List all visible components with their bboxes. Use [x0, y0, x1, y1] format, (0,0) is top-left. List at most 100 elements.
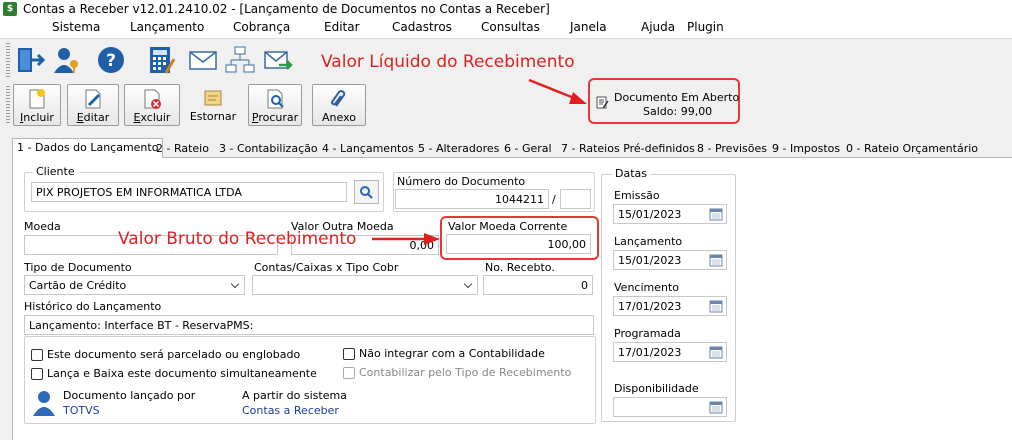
- tab-geral[interactable]: 6 - Geral: [500, 140, 556, 158]
- lancamento-label: Lançamento: [614, 235, 683, 248]
- chk-contabilizar-tipo: Contabilizar pelo Tipo de Recebimento: [343, 366, 571, 379]
- menu-janela[interactable]: Janela: [570, 20, 607, 34]
- emissao-input[interactable]: 15/01/2023: [613, 204, 727, 224]
- calendar-icon[interactable]: [709, 400, 723, 414]
- action-toolbar: Incluir Editar Excluir Estornar Procurar…: [0, 82, 1012, 128]
- tab-rateio-orcamentario[interactable]: 0 - Rateio Orçamentário: [842, 140, 982, 158]
- chk-lanca-baixa-box[interactable]: [31, 367, 43, 380]
- tab-rateios-predefinidos[interactable]: 7 - Rateios Pré-definidos: [557, 140, 699, 158]
- document-status-icon: [596, 96, 609, 112]
- toolbar-grip-2[interactable]: [6, 86, 10, 124]
- send-mail-icon[interactable]: [261, 42, 295, 78]
- mail-icon[interactable]: [186, 42, 220, 78]
- tab-bar: 1 - Dados do Lançamento 2 - Rateio 3 - C…: [12, 138, 1012, 159]
- search-document-icon: [267, 89, 284, 109]
- chk-contabilizar-label: Contabilizar pelo Tipo de Recebimento: [359, 366, 572, 379]
- disponibilidade-input[interactable]: [613, 397, 727, 417]
- new-document-icon: [29, 89, 45, 109]
- emissao-label: Emissão: [614, 189, 660, 202]
- calendar-icon[interactable]: [709, 299, 723, 313]
- title-bar: $ Contas a Receber v12.01.2410.02 - [Lan…: [0, 0, 1012, 18]
- editar-button[interactable]: Editar: [67, 84, 119, 126]
- contas-caixas-select[interactable]: [252, 275, 478, 295]
- calendar-icon[interactable]: [709, 207, 723, 221]
- tab-impostos[interactable]: 9 - Impostos: [768, 140, 844, 158]
- menu-cadastros[interactable]: Cadastros: [392, 20, 452, 34]
- exit-icon[interactable]: [14, 42, 48, 78]
- chk-lanca-baixa[interactable]: Lança e Baixa este documento simultaneam…: [31, 367, 317, 380]
- lancado-por-value: TOTVS: [63, 404, 100, 417]
- annotation-valor-bruto: Valor Bruto do Recebimento: [118, 229, 357, 249]
- menu-lancamento[interactable]: Lançamento: [130, 20, 204, 34]
- tab-alteradores[interactable]: 5 - Alteradores: [414, 140, 503, 158]
- estornar-button[interactable]: Estornar: [185, 84, 241, 126]
- reverse-icon: [204, 90, 222, 106]
- numero-documento-separator: /: [552, 193, 556, 206]
- disponibilidade-label: Disponibilidade: [614, 382, 699, 395]
- editar-label: ditar: [83, 111, 110, 124]
- excluir-label: xcluir: [140, 111, 171, 124]
- procurar-label: rocurar: [258, 111, 299, 124]
- vencimento-label: Vencimento: [614, 281, 680, 294]
- chk-parcelado[interactable]: Este documento será parcelado ou engloba…: [31, 348, 300, 361]
- cliente-input[interactable]: PIX PROJETOS EM INFORMATICA LTDA: [31, 182, 347, 202]
- menu-editar[interactable]: Editar: [324, 20, 360, 34]
- annotation-arrow-liquido: [528, 78, 587, 104]
- numero-documento-input[interactable]: 1044211: [395, 189, 549, 209]
- anexo-button[interactable]: Anexo: [312, 84, 366, 126]
- tipo-documento-label: Tipo de Documento: [24, 261, 132, 274]
- estornar-label: Estornar: [189, 110, 237, 123]
- menu-cobranca[interactable]: Cobrança: [233, 20, 290, 34]
- calendar-icon[interactable]: [709, 345, 723, 359]
- document-status-saldo: Saldo: 99,00: [643, 105, 713, 118]
- vencimento-value: 17/01/2023: [618, 300, 682, 313]
- menu-plugin[interactable]: Plugin: [687, 20, 724, 34]
- users-icon[interactable]: [50, 42, 84, 78]
- help-icon[interactable]: ?: [94, 42, 128, 78]
- window-title: Contas a Receber v12.01.2410.02 - [Lança…: [23, 2, 550, 16]
- no-recebto-input[interactable]: 0: [483, 275, 593, 295]
- cliente-search-button[interactable]: [354, 180, 379, 204]
- sistema-value: Contas a Receber: [242, 404, 339, 417]
- moeda-label: Moeda: [24, 220, 61, 233]
- programada-input[interactable]: 17/01/2023: [613, 342, 727, 362]
- excluir-button[interactable]: Excluir: [124, 84, 180, 126]
- menu-bar: Sistema Lançamento Cobrança Editar Cadas…: [0, 18, 1012, 38]
- tab-lancamentos[interactable]: 4 - Lançamentos: [318, 140, 418, 158]
- chk-lanca-baixa-label: Lança e Baixa este documento simultaneam…: [47, 367, 317, 380]
- tipo-documento-select[interactable]: Cartão de Crédito: [24, 275, 245, 295]
- editar-accel: E: [76, 111, 84, 124]
- lancamento-input[interactable]: 15/01/2023: [613, 250, 727, 270]
- anexo-label: Anexo: [322, 111, 356, 124]
- org-chart-icon[interactable]: [223, 42, 257, 78]
- tab-dados-lancamento[interactable]: 1 - Dados do Lançamento: [12, 138, 164, 159]
- vencimento-input[interactable]: 17/01/2023: [613, 296, 727, 316]
- edit-document-icon: [85, 89, 101, 109]
- incluir-button[interactable]: Incluir: [13, 84, 61, 126]
- chk-parcelado-box[interactable]: [31, 348, 43, 361]
- tab-rateio[interactable]: 2 - Rateio: [152, 140, 213, 158]
- chk-parcelado-label: Este documento será parcelado ou engloba…: [47, 348, 301, 361]
- chk-nao-integrar-box[interactable]: [343, 347, 355, 360]
- menu-ajuda[interactable]: Ajuda: [641, 20, 675, 34]
- calendar-icon[interactable]: [709, 253, 723, 267]
- emissao-value: 15/01/2023: [618, 208, 682, 221]
- app-icon: $: [3, 2, 17, 16]
- tab-previsoes[interactable]: 8 - Previsões: [693, 140, 771, 158]
- procurar-button[interactable]: Procurar: [248, 84, 302, 126]
- toolbar-grip[interactable]: [6, 43, 10, 77]
- chk-nao-integrar-label: Não integrar com a Contabilidade: [359, 347, 545, 360]
- tab-contabilizacao[interactable]: 3 - Contabilização: [215, 140, 322, 158]
- incluir-label: ncluir: [23, 111, 54, 124]
- calculator-icon[interactable]: [144, 42, 178, 78]
- historico-input[interactable]: Lançamento: Interface BT - ReservaPMS:: [24, 315, 594, 335]
- menu-consultas[interactable]: Consultas: [481, 20, 540, 34]
- annotation-valor-liquido: Valor Líquido do Recebimento: [321, 52, 575, 72]
- annotation-valor-bruto-box: [440, 216, 599, 260]
- numero-documento-parcela-input[interactable]: [560, 189, 591, 209]
- lancamento-value: 15/01/2023: [618, 254, 682, 267]
- datas-title: Datas: [612, 167, 650, 180]
- chk-nao-integrar-contabilidade[interactable]: Não integrar com a Contabilidade: [343, 347, 545, 360]
- menu-sistema[interactable]: Sistema: [52, 20, 100, 34]
- programada-value: 17/01/2023: [618, 346, 682, 359]
